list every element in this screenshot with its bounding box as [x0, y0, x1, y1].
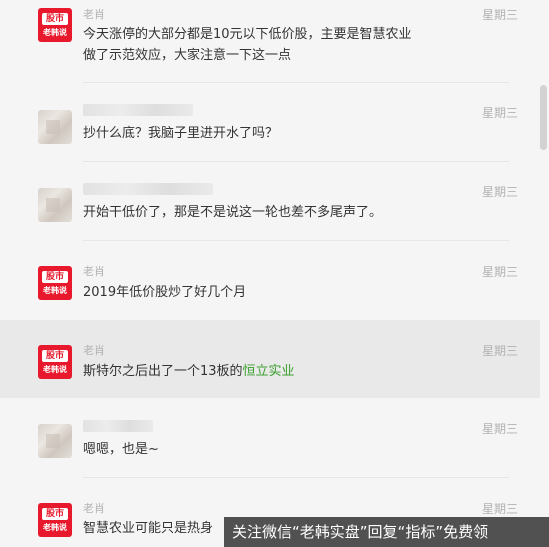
watermark-banner: 关注微信“老韩实盘”回复“指标”免费领	[224, 517, 549, 547]
comment-time: 星期三	[481, 185, 518, 199]
comment-text-prefix: 斯特尔之后出了一个13板的	[83, 364, 243, 379]
logo-text-top: 股市	[42, 349, 68, 362]
comment-time: 星期三	[481, 8, 518, 22]
comment-time: 星期三	[481, 422, 518, 436]
comment-time: 星期三	[481, 106, 518, 120]
logo-text-top: 股市	[42, 507, 68, 520]
logo-text-bottom: 老韩说	[43, 364, 67, 374]
divider	[83, 82, 509, 83]
comment-text: 2019年低价股炒了好几个月	[83, 285, 247, 300]
divider	[83, 477, 509, 478]
comment-text: 嗯嗯，也是~	[83, 442, 159, 457]
author-avatar[interactable]: 股市 老韩说	[38, 503, 72, 537]
logo-text-bottom: 老韩说	[43, 285, 67, 295]
author-name: 老肖	[83, 265, 105, 278]
comment-text: 斯特尔之后出了一个13板的恒立实业	[83, 361, 463, 382]
comment-text: 开始干低价了，那是不是说这一轮也差不多尾声了。	[83, 205, 383, 220]
comment-time: 星期三	[481, 502, 518, 516]
author-name: 老肖	[83, 502, 105, 515]
logo-text-top: 股市	[42, 270, 68, 283]
logo-text-bottom: 老韩说	[43, 522, 67, 532]
author-name: 老肖	[83, 344, 105, 357]
author-name: 老肖	[83, 8, 105, 21]
logo-text-top: 股市	[42, 12, 68, 25]
scrollbar-thumb[interactable]	[540, 85, 547, 150]
logo-text-bottom: 老韩说	[43, 27, 67, 37]
user-avatar-blurred[interactable]	[38, 188, 72, 222]
user-name-blurred	[83, 183, 213, 195]
stock-link[interactable]: 恒立实业	[243, 364, 295, 379]
author-avatar[interactable]: 股市 老韩说	[38, 8, 72, 42]
comment-text-continued: 做了示范效应，大家注意一下这一点	[83, 48, 292, 63]
comment-time: 星期三	[481, 344, 518, 358]
comment-list: 股市 老韩说 老肖 星期三 今天涨停的大部分都是10元以下低价股，主要是智慧农业…	[0, 0, 549, 547]
user-name-blurred	[83, 420, 153, 432]
user-avatar-blurred[interactable]	[38, 110, 72, 144]
user-name-blurred	[83, 104, 193, 116]
user-avatar-blurred[interactable]	[38, 424, 72, 458]
comment-text: 今天涨停的大部分都是10元以下低价股，主要是智慧农业	[83, 27, 412, 42]
comment-item-highlighted	[0, 320, 540, 398]
author-avatar[interactable]: 股市 老韩说	[38, 266, 72, 300]
author-avatar[interactable]: 股市 老韩说	[38, 345, 72, 379]
divider	[83, 240, 509, 241]
divider	[83, 161, 509, 162]
comment-time: 星期三	[481, 265, 518, 279]
comment-text: 抄什么底？我脑子里进开水了吗？	[83, 126, 279, 141]
